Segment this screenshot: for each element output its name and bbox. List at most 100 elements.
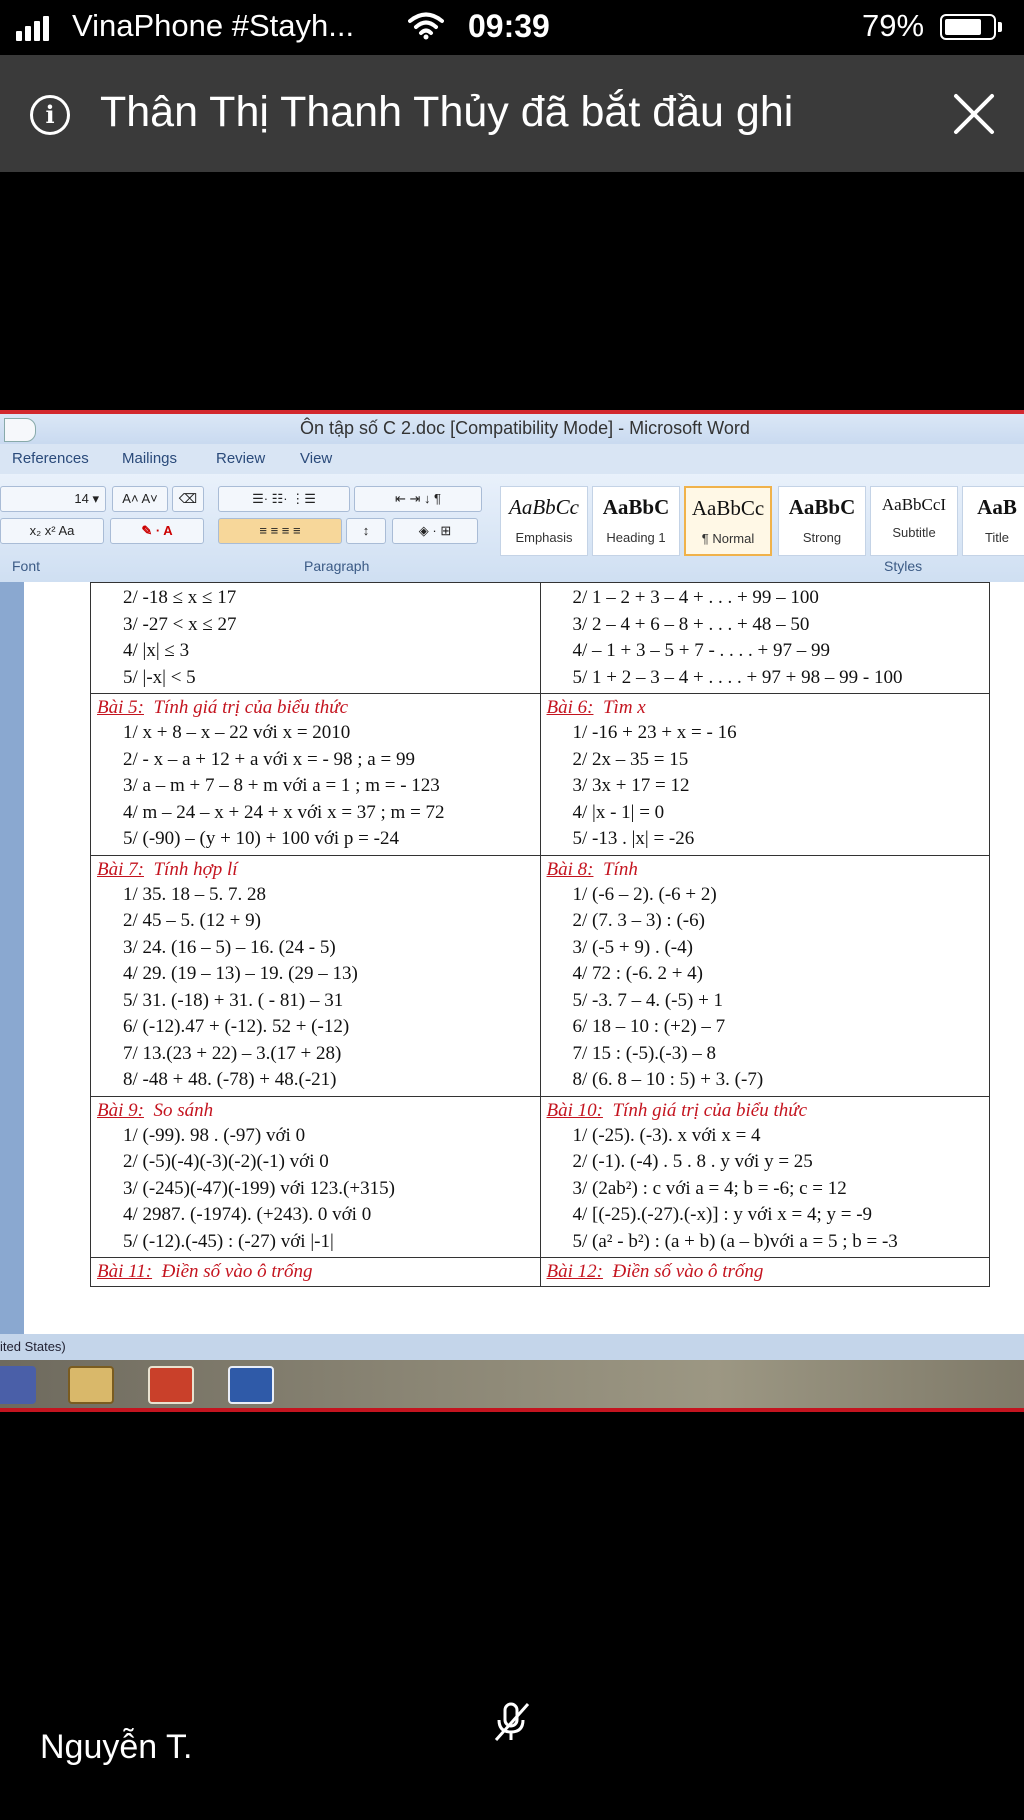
windows-taskbar xyxy=(0,1360,1024,1412)
grow-shrink-font-button[interactable]: A˄ A˅ xyxy=(112,486,168,512)
close-icon[interactable] xyxy=(950,90,998,138)
exercise-line: 3/ (-245)(-47)(-199) với 123.(+315) xyxy=(123,1177,395,1199)
exercise-line: 4/ 29. (19 – 13) – 19. (29 – 13) xyxy=(123,963,358,984)
exercise-line: 7/ 15 : (-5).(-3) – 8 xyxy=(572,1042,717,1064)
participant-name: Nguyễn T. xyxy=(40,1728,193,1766)
battery-icon xyxy=(940,14,996,40)
powerpoint-icon[interactable] xyxy=(148,1366,194,1404)
exercise-number: Bài 6: xyxy=(546,697,594,718)
exercise-line: 4/ m – 24 – x + 24 + x với x = 37 ; m = … xyxy=(123,801,445,823)
exercise-instruction: Tính giá trị của biểu thức xyxy=(612,1099,808,1121)
exercise-line: 8/ -48 + 48. (-78) + 48.(-21) xyxy=(123,1069,337,1090)
clear-format-button[interactable]: ⌫ xyxy=(172,486,204,512)
exercise-title: Bài 6: Tìm x xyxy=(547,696,984,720)
exercise-line: 5/ (-12).(-45) : (-27) với |-1| xyxy=(123,1230,334,1252)
exercise-line: 4/ 72 : (-6. 2 + 4) xyxy=(572,963,704,984)
exercise-table: 2/ -18 ≤ x ≤ 17 3/ -27 < x ≤ 27 4/ |x| ≤ 3… xyxy=(90,582,990,1287)
exercise-line: 6/ (-12).47 + (-12). 52 + (-12) xyxy=(123,1016,350,1037)
exercise-line: 5/ (a² - b²) : (a + b) (a – b)với a = 5 … xyxy=(572,1230,898,1252)
style-heading-1[interactable]: AaBbC Heading 1 xyxy=(592,486,680,556)
exercise-line: 5/ |-x| < 5 xyxy=(123,666,196,688)
exercise-line: 3/ a – m + 7 – 8 + m với a = 1 ; m = - 1… xyxy=(123,775,440,796)
indent-sort-buttons[interactable]: ⇤ ⇥ ↓ ¶ xyxy=(354,486,482,512)
exercise-line: 2/ -18 ≤ x ≤ 17 xyxy=(123,587,237,608)
exercise-title: Bài 7: Tính hợp lí xyxy=(97,858,534,882)
word-icon[interactable] xyxy=(228,1366,274,1404)
align-buttons[interactable]: ≡ ≡ ≡ ≡ xyxy=(218,518,342,544)
exercise-row: 2/ -18 ≤ x ≤ 17 3/ -27 < x ≤ 27 4/ |x| ≤ 3… xyxy=(90,582,990,694)
exercise-instruction: Tính xyxy=(602,858,638,880)
exercise-line: 3/ (-5 + 9) . (-4) xyxy=(572,936,693,958)
exercise-line: 1/ (-6 – 2). (-6 + 2) xyxy=(572,883,717,905)
folder-icon[interactable] xyxy=(68,1366,114,1404)
ribbon: 14 ▾ A˄ A˅ ⌫ x₂ x² Aa ✎ · A Font ☰· ☷· ⋮… xyxy=(0,474,1024,583)
exercise-line: 5/ 31. (-18) + 31. ( - 81) – 31 xyxy=(123,989,344,1011)
line-spacing-button[interactable]: ↕ xyxy=(346,518,386,544)
info-icon: i xyxy=(30,95,70,135)
style-title[interactable]: AaB Title xyxy=(962,486,1024,556)
list-buttons[interactable]: ☰· ☷· ⋮☰ xyxy=(218,486,350,512)
exercise-cell: Bài 9: So sánh 1/ (-99). 98 . (-97) với 0… xyxy=(90,1095,541,1258)
document-page[interactable]: 2/ -18 ≤ x ≤ 17 3/ -27 < x ≤ 27 4/ |x| ≤ 3… xyxy=(24,582,1024,1334)
exercise-number: Bài 8: xyxy=(546,858,594,880)
exercise-number: Bài 10: xyxy=(546,1099,603,1121)
exercise-line: 4/ 2987. (-1974). (+243). 0 với 0 xyxy=(123,1204,372,1225)
paragraph-group-label: Paragraph xyxy=(304,558,370,574)
mic-muted-icon xyxy=(494,1702,530,1741)
sub-superscript-buttons[interactable]: x₂ x² Aa xyxy=(0,518,104,544)
shading-border-buttons[interactable]: ◈ · ⊞ xyxy=(392,518,478,544)
font-size-select[interactable]: 14 ▾ xyxy=(0,486,106,512)
exercise-instruction: Tính hợp lí xyxy=(153,858,238,880)
exercise-title: Bài 12: Điền số vào ô trống xyxy=(547,1260,984,1284)
style-normal[interactable]: AaBbCc ¶ Normal xyxy=(684,486,772,556)
exercise-number: Bài 11: xyxy=(97,1261,153,1282)
exercise-instruction: Điền số vào ô trống xyxy=(612,1261,764,1282)
exercise-line: 5/ -13 . |x| = -26 xyxy=(572,828,695,849)
exercise-line: 2/ - x – a + 12 + a với x = - 98 ; a = 9… xyxy=(123,748,415,770)
exercise-title: Bài 11: Điền số vào ô trống xyxy=(97,1260,534,1284)
exercise-line: 8/ (6. 8 – 10 : 5) + 3. (-7) xyxy=(572,1069,764,1090)
tab-references[interactable]: References xyxy=(12,450,89,467)
exercise-line: 1/ -16 + 23 + x = - 16 xyxy=(572,722,737,743)
exercise-line: 3/ 3x + 17 = 12 xyxy=(572,775,690,796)
exercise-cell: Bài 7: Tính hợp lí 1/ 35. 18 – 5. 7. 28 2/… xyxy=(90,854,541,1097)
exercise-line: 3/ (2ab²) : c với a = 4; b = -6; c = 12 xyxy=(572,1177,847,1199)
language-status: ited States) xyxy=(0,1339,66,1354)
exercise-line: 2/ (7. 3 – 3) : (-6) xyxy=(572,910,705,931)
exercise-line: 2/ 2x – 35 = 15 xyxy=(572,748,689,770)
exercise-cell: Bài 10: Tính giá trị của biểu thức 1/ (-2… xyxy=(539,1095,990,1258)
exercise-line: 2/ (-5)(-4)(-3)(-2)(-1) với 0 xyxy=(123,1151,329,1172)
exercise-row: Bài 11: Điền số vào ô trống Bài 12: Điền … xyxy=(90,1257,990,1287)
highlight-fontcolor-buttons[interactable]: ✎ · A xyxy=(110,518,204,544)
exercise-instruction: Điền số vào ô trống xyxy=(161,1261,313,1282)
exercise-cell: Bài 12: Điền số vào ô trống xyxy=(539,1257,990,1287)
exercise-instruction: So sánh xyxy=(153,1099,214,1121)
exercise-line: 4/ [(-25).(-27).(-x)] : y với x = 4; y =… xyxy=(572,1204,873,1225)
exercise-line: 3/ 2 – 4 + 6 – 8 + . . . + 48 – 50 xyxy=(572,613,810,635)
style-strong[interactable]: AaBbC Strong xyxy=(778,486,866,556)
exercise-row: Bài 9: So sánh 1/ (-99). 98 . (-97) với 0… xyxy=(90,1095,990,1258)
style-subtitle[interactable]: AaBbCcI Subtitle xyxy=(870,486,958,556)
exercise-number: Bài 5: xyxy=(97,697,144,718)
wifi-icon xyxy=(408,12,444,40)
exercise-cell: 2/ -18 ≤ x ≤ 17 3/ -27 < x ≤ 27 4/ |x| ≤ 3… xyxy=(90,582,541,694)
word-title-bar: Ôn tập số C 2.doc [Compatibility Mode] -… xyxy=(0,410,1024,444)
exercise-cell: Bài 11: Điền số vào ô trống xyxy=(90,1257,541,1287)
tab-mailings[interactable]: Mailings xyxy=(122,450,177,467)
tab-view[interactable]: View xyxy=(300,450,332,467)
recording-notice: Thân Thị Thanh Thủy đã bắt đầu ghi xyxy=(100,88,794,136)
exercise-line: 6/ 18 – 10 : (+2) – 7 xyxy=(572,1016,726,1037)
style-emphasis[interactable]: AaBbCc Emphasis xyxy=(500,486,588,556)
exercise-line: 1/ (-99). 98 . (-97) với 0 xyxy=(123,1124,306,1146)
exercise-line: 5/ 1 + 2 – 3 – 4 + . . . . + 97 + 98 – 9… xyxy=(572,666,903,688)
shared-screen: Ôn tập số C 2.doc [Compatibility Mode] -… xyxy=(0,410,1024,1412)
font-group-label: Font xyxy=(12,558,41,574)
exercise-line: 1/ (-25). (-3). x với x = 4 xyxy=(572,1124,761,1146)
taskbar-app-icon[interactable] xyxy=(0,1366,36,1404)
office-button[interactable] xyxy=(4,418,36,442)
exercise-row: Bài 5: Tính giá trị của biểu thức 1/ x + … xyxy=(90,693,990,856)
exercise-title: Bài 5: Tính giá trị của biểu thức xyxy=(97,696,534,720)
exercise-line: 5/ (-90) – (y + 10) + 100 với p = -24 xyxy=(123,828,399,849)
word-status-bar: ited States) xyxy=(0,1334,1024,1360)
tab-review[interactable]: Review xyxy=(216,450,265,467)
